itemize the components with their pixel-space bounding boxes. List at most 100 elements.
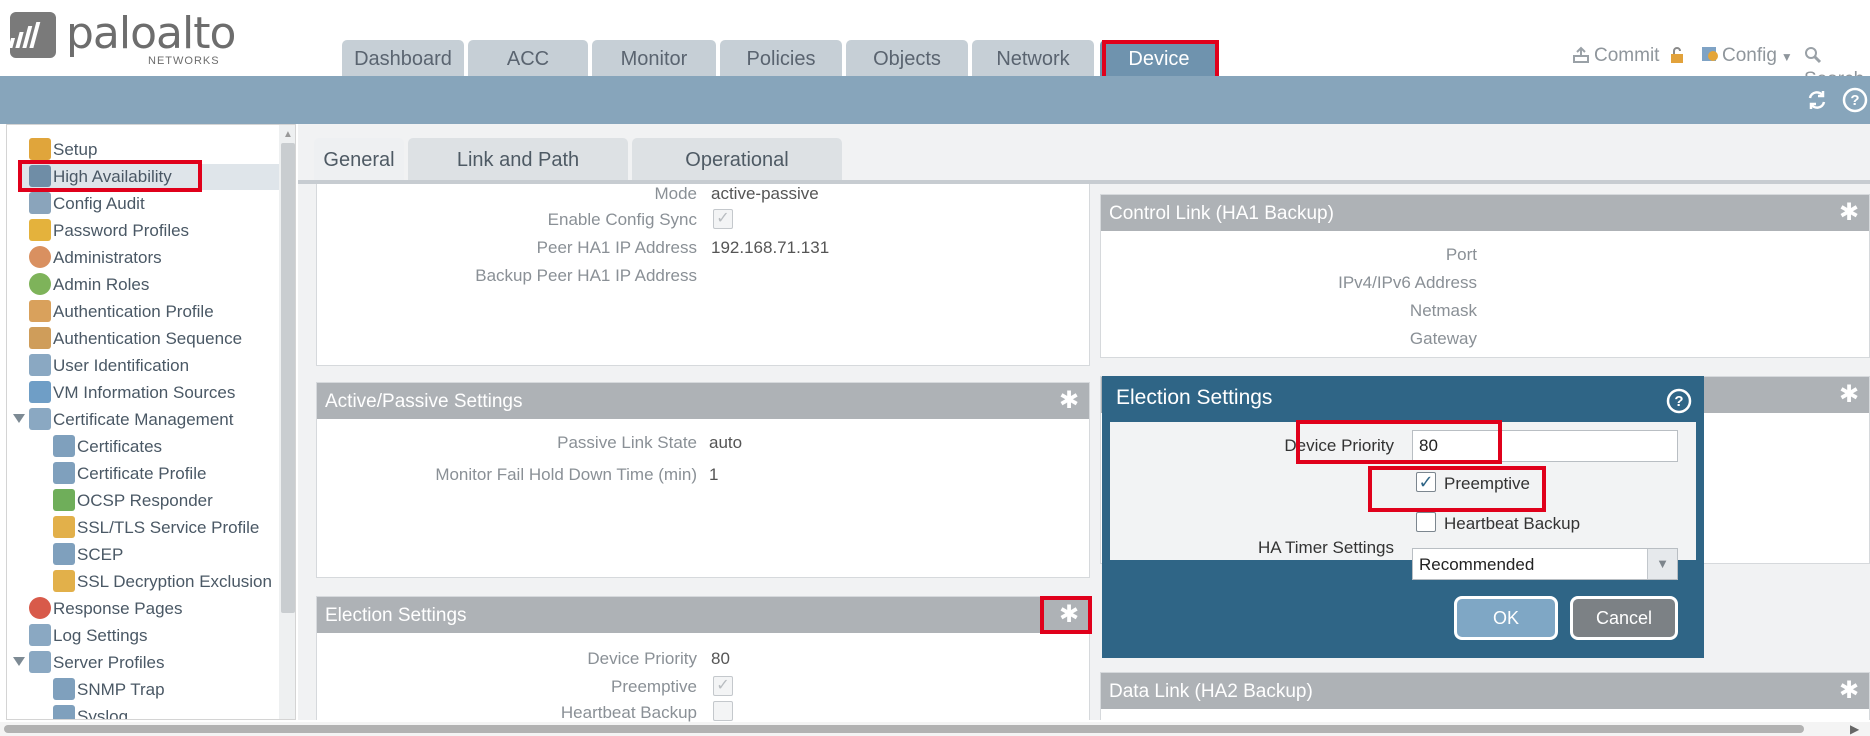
gear-icon[interactable]: ✱	[1057, 389, 1081, 413]
data-link-title: Data Link (HA2 Backup)	[1101, 673, 1869, 709]
scroll-right-icon[interactable]: ▶	[1850, 722, 1859, 736]
mode-value: active-passive	[711, 184, 819, 203]
lock-icon	[53, 516, 75, 538]
sidebar-scroll-thumb[interactable]	[281, 143, 295, 613]
dialog-title: Election Settings	[1116, 386, 1273, 409]
control-link-panel: Control Link (HA1 Backup) ✱ Port IPv4/IP…	[1100, 194, 1870, 358]
tab-network[interactable]: Network	[972, 40, 1094, 76]
ocsp-icon	[53, 489, 75, 511]
sidebar-item-snmp-trap[interactable]: SNMP Trap	[53, 677, 165, 703]
sidebar-item-label: Authentication Sequence	[53, 329, 243, 348]
tab-operational-commands[interactable]: Operational Commands	[632, 138, 842, 215]
tab-general[interactable]: General	[314, 138, 404, 180]
tab-device[interactable]: Device	[1100, 40, 1218, 76]
toolbar-strip: ?	[0, 76, 1870, 124]
sidebar-item-scep[interactable]: SCEP	[53, 542, 123, 568]
authentication-sequence-icon	[29, 327, 51, 349]
heartbeat-checkbox	[713, 701, 733, 721]
sidebar-item-label: SCEP	[77, 545, 124, 564]
sidebar-item-label: Server Profiles	[53, 653, 165, 672]
sidebar-item-label: Certificate Management	[53, 410, 234, 429]
paloalto-logo-icon	[8, 12, 56, 58]
gateway-label: Gateway	[1409, 329, 1477, 348]
sidebar-item-label: High Availability	[53, 167, 172, 186]
active-passive-title: Active/Passive Settings	[317, 383, 1089, 419]
config-menu[interactable]: Config ▼	[1700, 44, 1793, 69]
backup-peer-label: Backup Peer HA1 IP Address	[475, 266, 697, 285]
sidebar-item-ocsp-responder[interactable]: OCSP Responder	[53, 488, 213, 514]
chevron-down-icon[interactable]: ▼	[1647, 549, 1677, 579]
device-priority-input[interactable]: 80	[1412, 430, 1678, 462]
page-horizontal-scrollbar[interactable]: ▶	[0, 722, 1870, 736]
sidebar-item-administrators[interactable]: Administrators	[29, 245, 162, 271]
gear-icon[interactable]: ✱	[1837, 679, 1861, 703]
tab-link-path-monitoring[interactable]: Link and Path Monitoring	[408, 138, 628, 215]
administrator-icon	[29, 246, 51, 268]
sidebar-item-label: SNMP Trap	[77, 680, 165, 699]
certificate-management-icon	[29, 408, 51, 430]
election-settings-panel: Election Settings ✱ Device Priority 80 P…	[316, 596, 1090, 722]
sidebar-item-certificate-management[interactable]: Certificate Management	[13, 407, 233, 433]
passive-link-label: Passive Link State	[557, 433, 697, 452]
sidebar-item-label: Setup	[53, 140, 98, 159]
refresh-icon[interactable]	[1806, 89, 1828, 111]
sidebar-item-password-profiles[interactable]: Password Profiles	[29, 218, 189, 244]
page-scroll-thumb[interactable]	[4, 725, 1804, 733]
sidebar-item-certificates[interactable]: Certificates	[53, 434, 162, 460]
gear-icon[interactable]: ✱	[1837, 383, 1861, 407]
sidebar-item-admin-roles[interactable]: Admin Roles	[29, 272, 149, 298]
data-link-panel: Data Link (HA2 Backup) ✱	[1100, 672, 1870, 720]
sidebar-item-certificate-profile[interactable]: Certificate Profile	[53, 461, 206, 487]
sidebar-item-label: Certificates	[77, 437, 163, 456]
header: paloalto NETWORKS Dashboard ACC Monitor …	[0, 0, 1870, 90]
sidebar-item-ssl-decryption-exclusion[interactable]: SSL Decryption Exclusion	[53, 569, 272, 595]
cancel-button[interactable]: Cancel	[1570, 596, 1678, 640]
tab-objects[interactable]: Objects	[846, 40, 968, 76]
sidebar-item-syslog[interactable]: Syslog	[53, 704, 128, 719]
port-label: Port	[1445, 245, 1477, 264]
ok-button[interactable]: OK	[1454, 596, 1558, 640]
mode-label: Mode	[654, 184, 697, 203]
heartbeat-backup-checkbox[interactable]	[1416, 512, 1436, 532]
sidebar-item-setup[interactable]: Setup	[29, 137, 97, 163]
authentication-profile-icon	[29, 300, 51, 322]
setup-icon	[29, 138, 51, 160]
sidebar-item-ssl-tls-service-profile[interactable]: SSL/TLS Service Profile	[53, 515, 259, 541]
sidebar-item-label: Authentication Profile	[53, 302, 214, 321]
snmp-trap-icon	[53, 678, 75, 700]
help-icon[interactable]: ?	[1842, 87, 1868, 113]
config-audit-icon	[29, 192, 51, 214]
commit-link[interactable]: Commit	[1572, 44, 1659, 68]
sidebar-item-config-audit[interactable]: Config Audit	[29, 191, 145, 217]
peer-ha1-label: Peer HA1 IP Address	[536, 238, 697, 257]
scroll-up-icon[interactable]: ▲	[283, 129, 293, 140]
svg-text:?: ?	[1850, 92, 1859, 109]
help-icon[interactable]: ?	[1666, 388, 1692, 414]
tab-monitor[interactable]: Monitor	[592, 40, 716, 76]
lock-icon[interactable]	[1668, 46, 1686, 64]
sidebar-item-user-identification[interactable]: User Identification	[29, 353, 189, 379]
sidebar-item-authentication-sequence[interactable]: Authentication Sequence	[29, 326, 242, 352]
logo-sub: NETWORKS	[148, 55, 220, 67]
sidebar-item-vm-information-sources[interactable]: VM Information Sources	[29, 380, 235, 406]
sidebar-item-server-profiles[interactable]: Server Profiles	[13, 650, 164, 676]
expand-triangle-icon[interactable]	[13, 657, 25, 666]
ha-timer-select[interactable]: Recommended ▼	[1412, 548, 1678, 580]
sidebar-item-response-pages[interactable]: Response Pages	[29, 596, 182, 622]
sidebar-item-authentication-profile[interactable]: Authentication Profile	[29, 299, 214, 325]
election-settings-title: Election Settings	[317, 597, 1089, 633]
gear-icon[interactable]: ✱	[1057, 603, 1081, 627]
tab-dashboard[interactable]: Dashboard	[342, 40, 464, 76]
preemptive-checkbox: ✓	[713, 676, 733, 696]
tab-acc[interactable]: ACC	[468, 40, 588, 76]
active-passive-panel: Active/Passive Settings ✱ Passive Link S…	[316, 382, 1090, 578]
sidebar-item-log-settings[interactable]: Log Settings	[29, 623, 148, 649]
expand-triangle-icon[interactable]	[13, 414, 25, 423]
preemptive-checkbox[interactable]: ✓	[1416, 472, 1436, 492]
gear-icon[interactable]: ✱	[1837, 201, 1861, 225]
sidebar-item-high-availability[interactable]: High Availability	[21, 164, 279, 190]
sidebar-item-label: Config Audit	[53, 194, 145, 213]
device-priority-label: Device Priority	[587, 649, 697, 668]
tab-policies[interactable]: Policies	[720, 40, 842, 76]
sidebar-scrollbar[interactable]: ▲	[279, 125, 295, 719]
